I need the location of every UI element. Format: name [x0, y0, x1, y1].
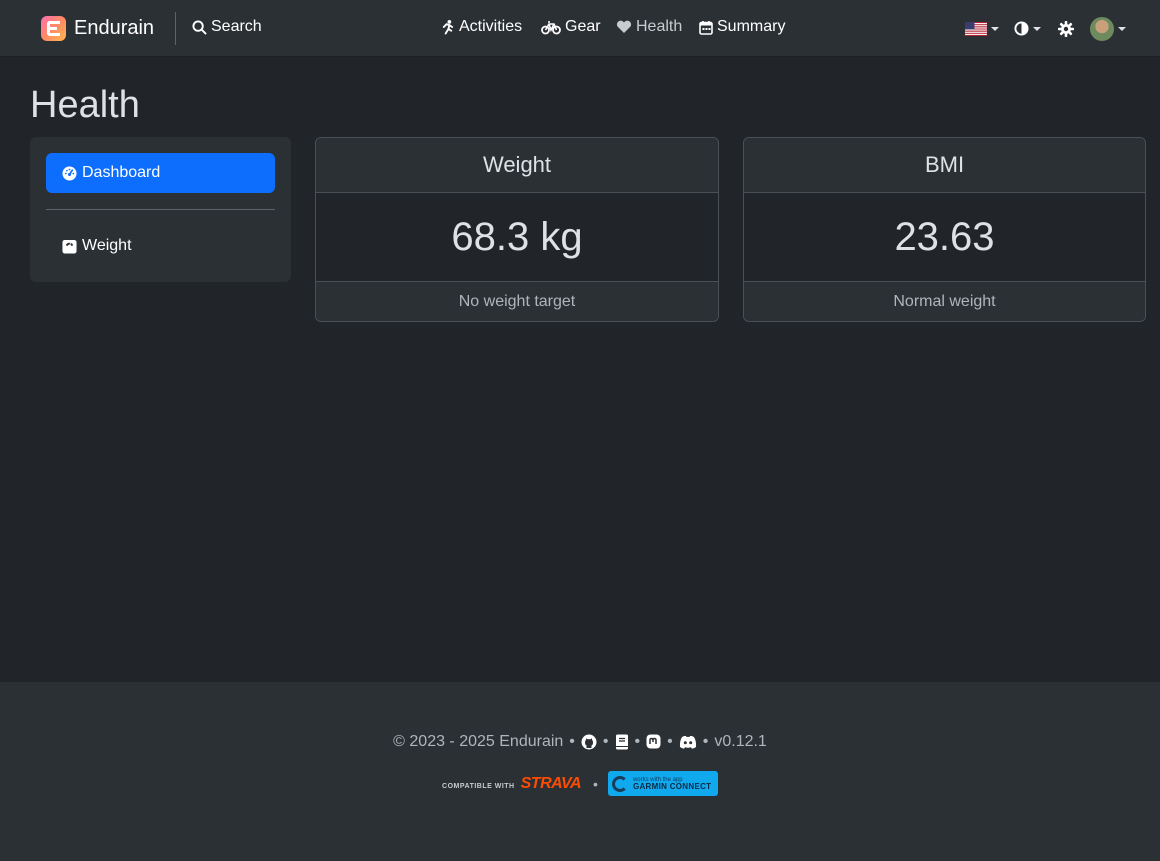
nav-summary[interactable]: Summary [699, 18, 785, 36]
sidebar-divider [46, 209, 275, 210]
search-icon [192, 19, 207, 35]
nav-activities[interactable]: Activities [440, 18, 522, 36]
brand-name: Endurain [74, 17, 155, 39]
theme-dropdown[interactable] [1014, 21, 1041, 36]
settings-button[interactable] [1058, 21, 1074, 37]
nav-health[interactable]: Health [616, 18, 682, 36]
avatar [1090, 17, 1114, 41]
nav-gear[interactable]: Gear [541, 18, 601, 36]
running-person-icon [442, 19, 454, 35]
book-icon [615, 734, 628, 750]
bmi-value: 23.63 [894, 214, 995, 259]
discord-icon [679, 735, 696, 749]
sidebar-item-weight[interactable]: Weight [46, 226, 275, 266]
us-flag-icon [965, 22, 987, 36]
bmi-status: Normal weight [744, 281, 1145, 321]
garmin-connect-badge[interactable]: works with the app GARMIN CONNECT [607, 771, 718, 796]
chevron-down-icon [991, 27, 999, 31]
language-dropdown[interactable] [965, 22, 999, 36]
calendar-icon [699, 20, 713, 35]
mastodon-link[interactable] [646, 734, 661, 750]
heart-icon [616, 20, 632, 33]
brand-link[interactable]: Endurain [41, 16, 154, 41]
footer-copyright: © 2023 - 2025 Endurain [393, 733, 564, 750]
strava-compatible-label: COMPATIBLE WITH [442, 782, 515, 790]
health-sidebar: Dashboard Weight [30, 137, 291, 282]
weight-value: 68.3 kg [451, 214, 583, 259]
nav-gear-label: Gear [565, 18, 601, 35]
bmi-card-title: BMI [744, 138, 1145, 193]
garmin-connect-logo-icon [611, 775, 628, 792]
gear-icon [1058, 21, 1074, 37]
partner-badges: COMPATIBLE WITH STRAVA • works with the … [0, 771, 1160, 796]
nav-divider [175, 12, 176, 45]
chevron-down-icon [1118, 27, 1126, 31]
sidebar-item-label: Weight [82, 237, 132, 254]
nav-health-label: Health [636, 18, 683, 35]
nav-activities-label: Activities [459, 18, 523, 35]
weight-card: Weight 68.3 kg No weight target [315, 137, 719, 322]
strava-logo: STRAVA [520, 774, 582, 792]
bmi-card: BMI 23.63 Normal weight [743, 137, 1146, 322]
endurain-logo-icon [41, 16, 66, 41]
mastodon-icon [646, 734, 661, 749]
gauge-icon [62, 165, 77, 181]
github-link[interactable] [581, 734, 597, 750]
page-footer: © 2023 - 2025 Endurain • • • • • v0.12.1… [0, 682, 1160, 861]
weight-target-status: No weight target [316, 281, 718, 321]
footer-links: © 2023 - 2025 Endurain • • • • • v0.12.1 [393, 733, 767, 750]
chevron-down-icon [1033, 26, 1041, 31]
bicycle-icon [541, 20, 561, 34]
garmin-connect-label: GARMIN CONNECT [632, 781, 712, 791]
user-menu-dropdown[interactable] [1090, 17, 1126, 41]
nav-search[interactable]: Search [192, 18, 262, 36]
github-icon [581, 734, 597, 750]
docs-link[interactable] [615, 734, 629, 750]
discord-link[interactable] [679, 735, 697, 749]
weight-card-title: Weight [316, 138, 718, 193]
theme-contrast-icon [1014, 21, 1029, 36]
nav-search-label: Search [211, 18, 262, 35]
sidebar-item-label: Dashboard [82, 164, 161, 181]
sidebar-item-dashboard[interactable]: Dashboard [46, 153, 275, 193]
top-navbar: Endurain Search Activities Gear Health S… [0, 0, 1160, 57]
version-label: v0.12.1 [714, 733, 767, 750]
weight-scale-icon [62, 239, 77, 254]
page-title: Health [30, 84, 140, 126]
strava-badge[interactable]: COMPATIBLE WITH STRAVA [442, 775, 581, 793]
nav-summary-label: Summary [717, 18, 786, 35]
